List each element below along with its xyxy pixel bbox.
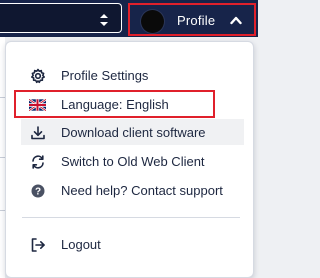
menu-item-contact-support[interactable]: ? Need help? Contact support [21,177,244,203]
logout-icon [29,236,46,253]
switch-icon [29,153,46,170]
profile-label: Profile [177,13,216,28]
menu-item-label: Switch to Old Web Client [61,154,205,169]
menu-item-profile-settings[interactable]: Profile Settings [21,62,244,88]
menu-item-label: Profile Settings [61,68,149,83]
uk-flag-icon [29,96,46,113]
menu-item-label: Need help? Contact support [61,183,223,198]
menu-item-label: Download client software [61,125,206,140]
menu-item-label: Language: English [61,97,169,112]
profile-button[interactable]: Profile [128,3,256,36]
menu-item-language[interactable]: Language: English [21,91,244,117]
avatar [141,10,164,33]
menu-item-label: Logout [61,237,101,252]
chevron-up-icon [230,16,242,25]
menu-item-logout[interactable]: Logout [21,231,244,257]
menu-divider [22,217,240,218]
selector-dropdown[interactable] [0,3,122,33]
top-bar: Profile [0,0,258,37]
gear-icon [29,67,46,84]
select-arrows-icon [100,14,108,26]
download-icon [29,124,46,141]
profile-dropdown-menu: Profile Settings Language: English Downl… [5,41,254,278]
svg-text:?: ? [34,186,40,197]
help-icon: ? [29,182,46,199]
menu-item-download-client[interactable]: Download client software [21,119,244,145]
menu-item-switch-old-client[interactable]: Switch to Old Web Client [21,148,244,174]
